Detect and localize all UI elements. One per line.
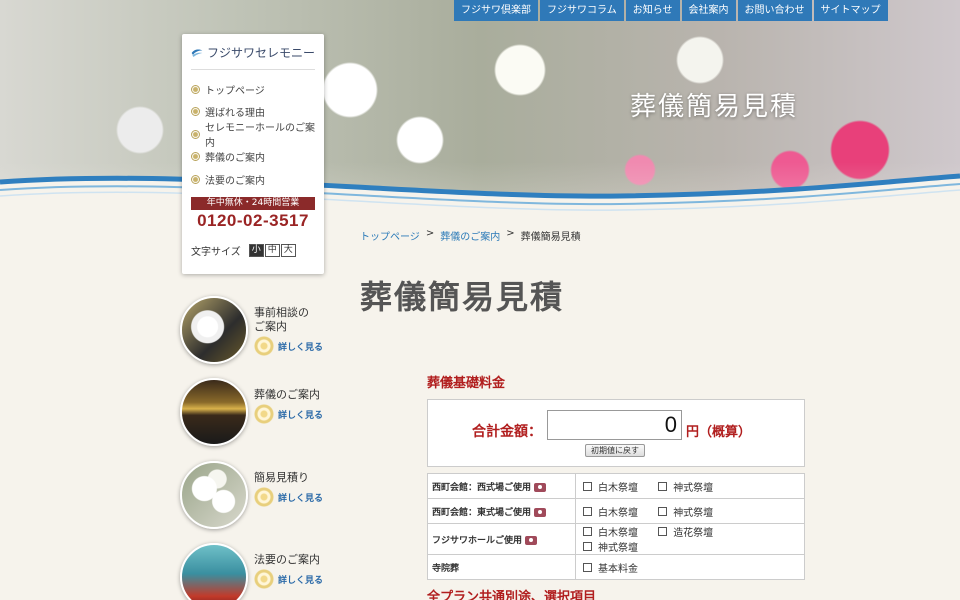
promo-more-link[interactable]: 詳しく見る — [254, 487, 323, 507]
table-row: 西町会館：東式場ご使用 白木祭壇 神式祭壇 — [427, 498, 805, 524]
page-title: 葬儀簡易見積 — [360, 278, 565, 316]
bullet-icon — [191, 152, 200, 162]
topnav-contact[interactable]: お問い合わせ — [737, 0, 812, 21]
option-checkbox[interactable]: 白木祭壇 — [580, 524, 638, 539]
topnav-club[interactable]: フジサワ倶楽部 — [454, 0, 538, 21]
chrysanthemum-icon — [254, 336, 274, 356]
promo-title: 法要のご案内 — [254, 553, 320, 566]
breadcrumb: トップページ > 葬儀のご案内 > 葬儀簡易見積 — [360, 228, 581, 243]
checkbox-icon[interactable] — [583, 562, 592, 572]
option-checkbox[interactable]: 白木祭壇 — [580, 479, 638, 494]
topnav-company[interactable]: 会社案内 — [681, 0, 736, 21]
checkbox-icon[interactable] — [583, 481, 592, 491]
table-row: フジサワホールご使用 白木祭壇 造花祭壇 神式祭壇 — [427, 523, 805, 555]
breadcrumb-home-link[interactable]: トップページ — [360, 228, 420, 243]
side-menu-label: 選ばれる理由 — [205, 108, 265, 120]
reset-button[interactable]: 初期値に戻す — [585, 444, 645, 457]
breadcrumb-current: 葬儀簡易見積 — [520, 232, 581, 243]
promo-more-link[interactable]: 詳しく見る — [254, 404, 323, 424]
font-size-large-button[interactable]: 大 — [280, 243, 296, 257]
option-checkbox[interactable]: 神式祭壇 — [655, 504, 713, 519]
side-menu-top[interactable]: トップページ — [191, 78, 315, 101]
option-checkbox[interactable]: 神式祭壇 — [580, 539, 638, 554]
logo-wave-icon — [191, 49, 203, 57]
total-amount-field[interactable] — [547, 410, 682, 440]
table-row: 西町会館：西式場ご使用 白木祭壇 神式祭壇 — [427, 473, 805, 499]
bullet-icon — [191, 84, 200, 94]
topnav-column[interactable]: フジサワコラム — [540, 0, 624, 21]
promo-memorial[interactable]: 法要のご案内 詳しく見る — [180, 543, 330, 600]
promo-consultation[interactable]: 事前相談の ご案内 詳しく見る — [180, 296, 330, 366]
hero-wave-divider — [0, 173, 960, 230]
promo-consultation-image — [180, 296, 248, 364]
camera-icon[interactable] — [534, 507, 547, 517]
font-size-label: 文字サイズ — [191, 246, 241, 258]
option-checkbox[interactable]: 白木祭壇 — [580, 504, 638, 519]
bullet-icon — [191, 174, 200, 184]
side-menu-label: トップページ — [205, 85, 265, 97]
font-size-medium-button[interactable]: 中 — [264, 243, 280, 257]
promo-more-link[interactable]: 詳しく見る — [254, 569, 323, 589]
checkbox-icon[interactable] — [583, 506, 592, 516]
total-unit: 円（概算） — [686, 425, 752, 440]
total-label: 合計金額： — [472, 424, 542, 440]
topnav-sitemap[interactable]: サイトマップ — [813, 0, 888, 21]
promo-title: 葬儀のご案内 — [254, 388, 320, 401]
total-panel: 合計金額： 円（概算） 初期値に戻す — [427, 399, 805, 467]
row-head: フジサワホールご使用 — [427, 523, 576, 555]
chrysanthemum-icon — [254, 404, 274, 424]
breadcrumb-funeral-link[interactable]: 葬儀のご案内 — [440, 228, 500, 243]
bullet-icon — [191, 129, 200, 139]
chrysanthemum-icon — [254, 487, 274, 507]
promo-estimate[interactable]: 簡易見積り 詳しく見る — [180, 461, 330, 531]
checkbox-icon[interactable] — [658, 506, 668, 516]
checkbox-icon[interactable] — [658, 527, 668, 536]
next-section-title: 全プラン共通別途、選択項目 — [427, 590, 597, 600]
breadcrumb-separator: > — [506, 228, 515, 239]
camera-icon[interactable] — [525, 535, 538, 545]
option-checkbox[interactable]: 造花祭壇 — [655, 524, 713, 539]
side-panel: フジサワセレモニー トップページ 選ばれる理由 セレモニーホールのご案内 葬儀の… — [182, 34, 324, 274]
side-menu-memorial[interactable]: 法要のご案内 — [191, 168, 315, 191]
checkbox-icon[interactable] — [583, 527, 592, 536]
logo-text: フジサワセレモニー — [206, 46, 315, 60]
promo-title: 簡易見積り — [254, 471, 309, 484]
chrysanthemum-icon — [254, 569, 274, 589]
side-menu-label: セレモニーホールのご案内 — [205, 123, 315, 150]
row-options: 白木祭壇 造花祭壇 神式祭壇 — [575, 523, 805, 555]
promo-funeral-image — [180, 378, 248, 446]
side-menu-halls[interactable]: セレモニーホールのご案内 — [191, 123, 315, 149]
option-checkbox[interactable]: 神式祭壇 — [655, 479, 713, 494]
top-nav: フジサワ倶楽部 フジサワコラム お知らせ 会社案内 お問い合わせ サイトマップ — [452, 0, 888, 21]
table-row: 寺院葬 基本料金 — [427, 554, 805, 580]
side-menu-label: 葬儀のご案内 — [205, 153, 265, 165]
bullet-icon — [191, 107, 200, 117]
side-menu-label: 法要のご案内 — [205, 175, 265, 187]
camera-icon[interactable] — [534, 482, 547, 492]
hero-title: 葬儀簡易見積 — [630, 92, 799, 122]
row-head: 西町会館：西式場ご使用 — [427, 473, 576, 499]
phone-number[interactable]: 0120-02-3517 — [191, 211, 315, 231]
topnav-news[interactable]: お知らせ — [625, 0, 680, 21]
row-head: 寺院葬 — [427, 554, 576, 580]
logo[interactable]: フジサワセレモニー — [191, 42, 315, 70]
promo-more-link[interactable]: 詳しく見る — [254, 336, 323, 356]
row-options: 白木祭壇 神式祭壇 — [575, 473, 805, 499]
row-options: 白木祭壇 神式祭壇 — [575, 498, 805, 524]
promo-title: 事前相談の ご案内 — [254, 306, 309, 333]
option-checkbox[interactable]: 基本料金 — [580, 560, 638, 575]
checkbox-icon[interactable] — [658, 481, 668, 491]
row-options: 基本料金 — [575, 554, 805, 580]
promo-funeral[interactable]: 葬儀のご案内 詳しく見る — [180, 378, 330, 448]
promo-memorial-image — [180, 543, 248, 600]
promo-estimate-image — [180, 461, 248, 529]
row-head: 西町会館：東式場ご使用 — [427, 498, 576, 524]
hours-banner: 年中無休・24時間営業 — [191, 196, 315, 210]
options-table: 西町会館：西式場ご使用 白木祭壇 神式祭壇 西町会館：東式場ご使用 白木祭壇 神… — [427, 473, 805, 580]
section-title: 葬儀基礎料金 — [427, 376, 506, 391]
font-size-small-button[interactable]: 小 — [248, 243, 264, 257]
checkbox-icon[interactable] — [583, 542, 592, 551]
font-size-switcher: 文字サイズ 小 中 大 — [191, 243, 315, 258]
breadcrumb-separator: > — [425, 228, 435, 239]
